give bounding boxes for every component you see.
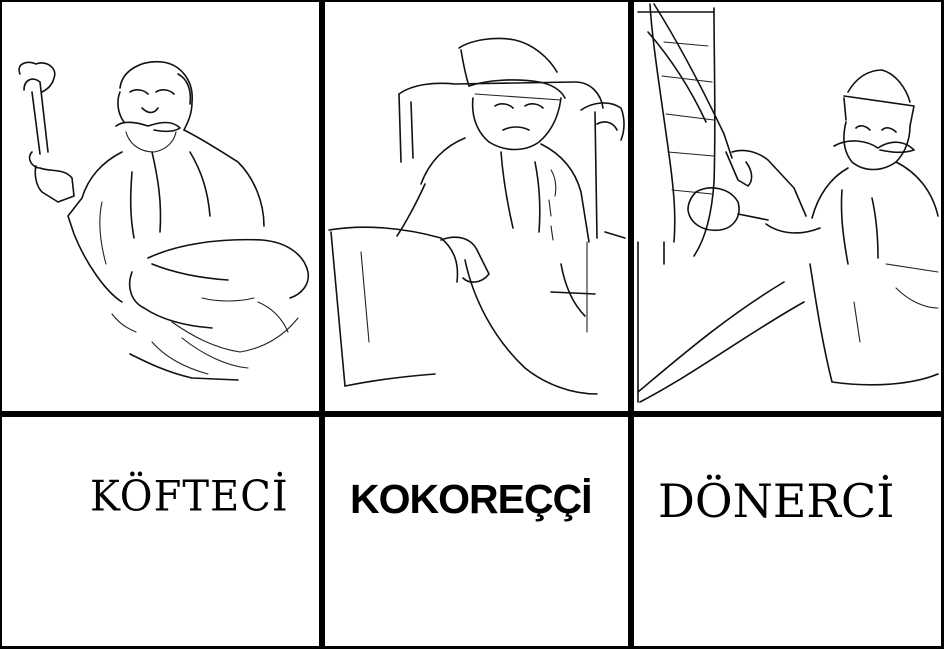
frame-divider-2 xyxy=(628,0,634,649)
donerci-illustration-panel xyxy=(634,2,942,411)
caption-kofteci: KÖFTECİ xyxy=(90,472,289,522)
frame-top xyxy=(0,0,944,2)
comic-sheet: KÖFTECİ KOKOREÇÇİ DÖNERCİ xyxy=(0,0,944,649)
caption-kokorecci: KOKOREÇÇİ xyxy=(350,476,593,522)
frame-divider-1 xyxy=(319,0,325,649)
frame-left xyxy=(0,0,2,649)
kofteci-drawing xyxy=(18,61,310,381)
caption-donerci: DÖNERCİ xyxy=(658,474,895,528)
kokorecci-drawing xyxy=(328,37,626,395)
kofteci-illustration-panel xyxy=(2,2,319,411)
donerci-drawing xyxy=(637,3,939,403)
frame-horizontal-divider xyxy=(0,411,944,417)
kokorecci-illustration-panel xyxy=(325,2,628,411)
